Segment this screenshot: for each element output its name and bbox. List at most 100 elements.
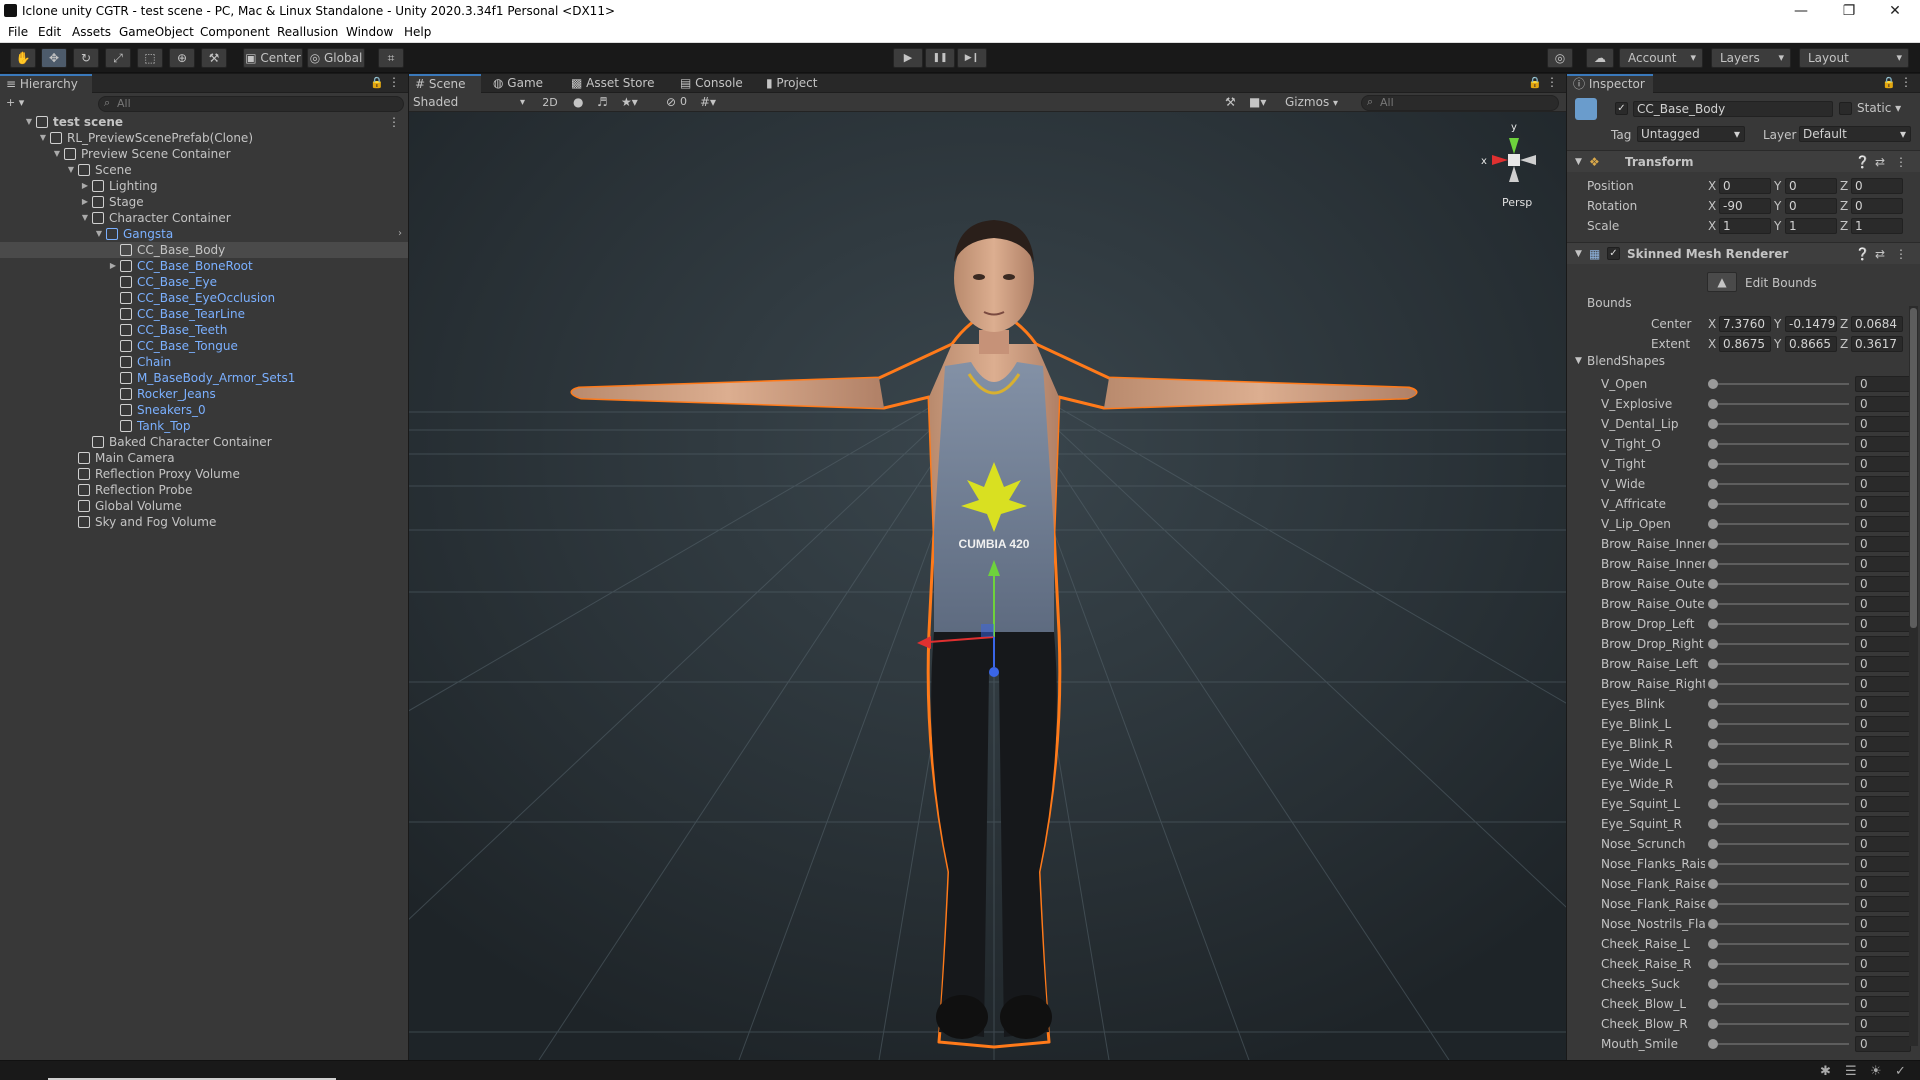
blendshape-slider-track[interactable] — [1713, 383, 1849, 385]
blendshape-slider-track[interactable] — [1713, 1003, 1849, 1005]
hierarchy-row[interactable]: Tank_Top — [0, 418, 408, 434]
blendshape-slider-track[interactable] — [1713, 523, 1849, 525]
blendshape-slider-knob[interactable] — [1708, 819, 1718, 829]
blendshape-value-field[interactable]: 0 — [1855, 656, 1911, 672]
hierarchy-row[interactable]: Reflection Proxy Volume — [0, 466, 408, 482]
chevron-right-icon[interactable]: ▶ — [108, 258, 118, 274]
blendshape-slider-knob[interactable] — [1708, 919, 1718, 929]
bounds-center-z-field[interactable]: 0.0684 — [1851, 316, 1903, 332]
menu-assets[interactable]: Assets — [72, 25, 111, 39]
blendshape-slider-track[interactable] — [1713, 723, 1849, 725]
blendshape-slider-knob[interactable] — [1708, 519, 1718, 529]
preset-icon[interactable]: ⇄ — [1875, 243, 1885, 265]
blendshape-slider-track[interactable] — [1713, 763, 1849, 765]
blendshape-slider-knob[interactable] — [1708, 939, 1718, 949]
blendshape-slider-track[interactable] — [1713, 923, 1849, 925]
blendshape-value-field[interactable]: 0 — [1855, 936, 1911, 952]
blendshape-slider-track[interactable] — [1713, 423, 1849, 425]
menu-file[interactable]: File — [8, 25, 28, 39]
help-icon[interactable]: ❔ — [1855, 151, 1870, 173]
transform-position-y-field[interactable]: 0 — [1785, 178, 1837, 194]
bounds-center-y-field[interactable]: -0.1479 — [1785, 316, 1837, 332]
lighting-toggle-icon[interactable]: ● — [573, 95, 583, 109]
blendshape-slider-knob[interactable] — [1708, 459, 1718, 469]
blendshape-slider-knob[interactable] — [1708, 379, 1718, 389]
hierarchy-row[interactable]: ▼ Gangsta › — [0, 226, 408, 242]
blendshape-slider-knob[interactable] — [1708, 899, 1718, 909]
chevron-down-icon[interactable]: ▼ — [52, 146, 62, 162]
shading-mode-dropdown[interactable]: Shaded ▾ — [413, 94, 529, 111]
blendshape-value-field[interactable]: 0 — [1855, 596, 1911, 612]
blendshape-slider-track[interactable] — [1713, 663, 1849, 665]
hierarchy-row[interactable]: CC_Base_Teeth — [0, 322, 408, 338]
custom-tool-icon[interactable]: ⚒ — [201, 48, 227, 68]
menu-gameobject[interactable]: GameObject — [119, 25, 194, 39]
hierarchy-row[interactable]: ▶ CC_Base_BoneRoot — [0, 258, 408, 274]
blendshape-slider-track[interactable] — [1713, 483, 1849, 485]
hierarchy-row[interactable]: Main Camera — [0, 450, 408, 466]
blendshape-slider-track[interactable] — [1713, 583, 1849, 585]
blendshape-slider-track[interactable] — [1713, 843, 1849, 845]
lighting-icon[interactable]: ☀ — [1870, 1064, 1882, 1079]
component-menu-icon[interactable]: ⋮ — [1895, 151, 1907, 173]
inspector-scrollbar[interactable] — [1909, 306, 1918, 1046]
blendshape-value-field[interactable]: 0 — [1855, 436, 1911, 452]
chevron-down-icon[interactable]: ▼ — [24, 114, 34, 130]
hierarchy-row[interactable]: ▼ Scene — [0, 162, 408, 178]
blendshape-slider-track[interactable] — [1713, 603, 1849, 605]
static-checkbox[interactable] — [1839, 102, 1852, 115]
hierarchy-row[interactable]: ▶ Lighting — [0, 178, 408, 194]
chevron-down-icon[interactable]: ▼ — [94, 226, 104, 242]
blendshape-slider-track[interactable] — [1713, 463, 1849, 465]
transform-scale-y-field[interactable]: 1 — [1785, 218, 1837, 234]
check-icon[interactable]: ✓ — [1895, 1064, 1906, 1079]
blendshape-slider-track[interactable] — [1713, 803, 1849, 805]
panel-menu-icon[interactable]: ⋮ — [1546, 75, 1558, 89]
blendshape-slider-track[interactable] — [1713, 443, 1849, 445]
blendshape-slider-knob[interactable] — [1708, 439, 1718, 449]
component-menu-icon[interactable]: ⋮ — [1895, 243, 1907, 265]
blendshape-slider-track[interactable] — [1713, 783, 1849, 785]
scale-tool-icon[interactable]: ⤢ — [105, 48, 131, 68]
tab-console[interactable]: ▤ Console — [674, 74, 749, 93]
tab-asset-store[interactable]: ▩ Asset Store — [565, 74, 661, 93]
blendshape-slider-track[interactable] — [1713, 983, 1849, 985]
lock-icon[interactable]: 🔒 — [1528, 76, 1542, 89]
layers-dropdown[interactable]: Layers — [1711, 48, 1791, 68]
menu-help[interactable]: Help — [404, 25, 431, 39]
tab-scene[interactable]: # Scene — [409, 74, 481, 93]
hierarchy-row[interactable]: CC_Base_TearLine — [0, 306, 408, 322]
blendshape-slider-track[interactable] — [1713, 403, 1849, 405]
scene-search-input[interactable]: All — [1361, 95, 1559, 111]
blendshape-slider-knob[interactable] — [1708, 599, 1718, 609]
blendshape-value-field[interactable]: 0 — [1855, 456, 1911, 472]
blendshape-value-field[interactable]: 0 — [1855, 516, 1911, 532]
blendshape-slider-knob[interactable] — [1708, 719, 1718, 729]
blendshape-value-field[interactable]: 0 — [1855, 476, 1911, 492]
lock-icon[interactable]: 🔒 — [1882, 76, 1896, 89]
transform-scale-x-field[interactable]: 1 — [1719, 218, 1771, 234]
edit-bounds-icon[interactable]: ▲ — [1707, 272, 1737, 292]
blendshape-slider-track[interactable] — [1713, 643, 1849, 645]
rect-tool-icon[interactable]: ⬚ — [137, 48, 163, 68]
hierarchy-row[interactable]: ▼ Preview Scene Container — [0, 146, 408, 162]
tab-hierarchy[interactable]: ≡ Hierarchy — [0, 74, 92, 93]
chevron-down-icon[interactable]: ▼ — [1575, 356, 1582, 366]
blendshape-slider-knob[interactable] — [1708, 499, 1718, 509]
z-axis-handle[interactable] — [989, 667, 999, 677]
hierarchy-row[interactable]: Rocker_Jeans — [0, 386, 408, 402]
blendshape-value-field[interactable]: 0 — [1855, 616, 1911, 632]
hierarchy-row[interactable]: CC_Base_Eye — [0, 274, 408, 290]
blendshape-value-field[interactable]: 0 — [1855, 816, 1911, 832]
hierarchy-search-input[interactable]: All — [98, 96, 404, 112]
move-tool-icon[interactable]: ✥ — [41, 48, 67, 68]
menu-component[interactable]: Component — [200, 25, 270, 39]
hierarchy-row[interactable]: ▼ test scene ⋮ — [0, 114, 408, 130]
blendshape-value-field[interactable]: 0 — [1855, 676, 1911, 692]
bounds-extent-x-field[interactable]: 0.8675 — [1719, 336, 1771, 352]
menu-reallusion[interactable]: Reallusion — [277, 25, 338, 39]
blendshape-slider-knob[interactable] — [1708, 979, 1718, 989]
blendshape-slider-track[interactable] — [1713, 963, 1849, 965]
scene-viewport[interactable]: CUMBIA 420 x y Persp — [409, 112, 1566, 1060]
gizmo-persp-label[interactable]: Persp — [1502, 196, 1532, 209]
